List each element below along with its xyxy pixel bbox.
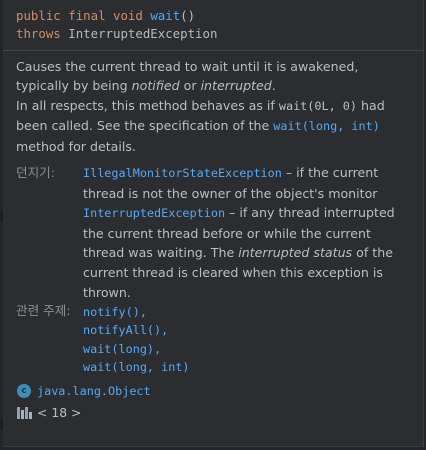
see-also-notify-link[interactable]: notify(), <box>83 303 190 321</box>
keyword-void: void <box>113 8 143 23</box>
method-description: Causes the current thread to wait until … <box>16 57 411 156</box>
description-notified: notified <box>131 78 180 94</box>
description-text: method for details. <box>16 138 136 154</box>
description-code: wait(0L, 0) <box>278 98 357 113</box>
throws-label: 던지기: <box>16 165 56 180</box>
throws-section: IllegalMonitorStateException – if the cu… <box>83 163 413 302</box>
see-also-wait-long-link[interactable]: wait(long), <box>83 340 190 358</box>
method-signature: public final void wait() throws Interrup… <box>16 7 217 43</box>
keyword-final: final <box>68 8 106 23</box>
see-also-wait-long-int-link[interactable]: wait(long, int) <box>83 358 190 376</box>
see-also-notifyall-link[interactable]: notifyAll(), <box>83 321 190 339</box>
see-also-list: notify(), notifyAll(), wait(long), wait(… <box>83 303 190 376</box>
class-icon: c <box>17 384 31 398</box>
throws-item: IllegalMonitorStateException – if the cu… <box>83 163 413 203</box>
description-text: or <box>179 78 201 94</box>
description-interrupted: interrupted <box>200 78 272 94</box>
see-also-label: 관련 주제: <box>16 303 71 318</box>
signature-exception[interactable]: InterruptedException <box>68 26 217 41</box>
wait-long-int-link[interactable]: wait(long, int) <box>273 119 380 133</box>
keyword-public: public <box>16 8 61 23</box>
class-name-link[interactable]: java.lang.Object <box>37 384 151 398</box>
description-text: In all respects, this method behaves as … <box>16 97 279 113</box>
method-parens: () <box>180 8 196 23</box>
signature-separator <box>3 50 423 51</box>
throws-item-italic: interrupted status <box>238 245 353 261</box>
throws-item: InterruptedException – if any thread int… <box>83 203 413 302</box>
documentation-popup: public final void wait() throws Interrup… <box>3 0 424 447</box>
jdk-library-info: < 18 > <box>17 403 81 421</box>
illegal-monitor-state-exception-link[interactable]: IllegalMonitorStateException <box>83 166 282 180</box>
jdk-version: < 18 > <box>37 404 82 420</box>
method-name: wait <box>150 8 181 23</box>
containing-class: c java.lang.Object <box>17 382 151 400</box>
jdk-library-icon <box>17 406 32 419</box>
description-text: . <box>271 78 276 94</box>
keyword-throws: throws <box>16 26 61 41</box>
interrupted-exception-link[interactable]: InterruptedException <box>83 206 225 220</box>
